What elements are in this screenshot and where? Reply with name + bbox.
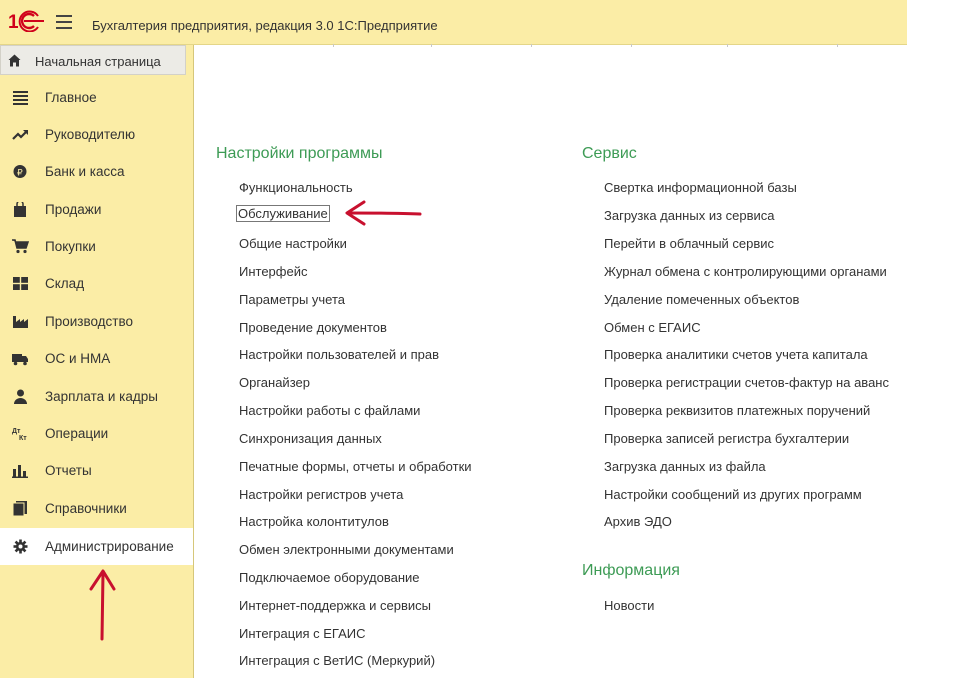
- open-tab[interactable]: [631, 44, 728, 47]
- 1c-logo[interactable]: 1: [8, 10, 48, 32]
- section-label: Операции: [45, 426, 109, 441]
- warehouse-icon: [13, 277, 28, 290]
- section-label: Отчеты: [45, 463, 92, 478]
- link-load-from-service[interactable]: Загрузка данных из сервиса: [604, 208, 775, 223]
- link-headers-footers[interactable]: Настройка колонтитулов: [239, 514, 389, 529]
- link-messages-settings[interactable]: Настройки сообщений из других программ: [604, 487, 862, 502]
- link-interface[interactable]: Интерфейс: [239, 264, 307, 279]
- link-organizer[interactable]: Органайзер: [239, 375, 310, 390]
- person-icon: [14, 389, 27, 404]
- section-reports[interactable]: Отчеты: [0, 452, 193, 489]
- link-general-settings[interactable]: Общие настройки: [239, 236, 347, 251]
- app-title: Бухгалтерия предприятия, редакция 3.0 1С…: [92, 18, 438, 33]
- factory-icon: [13, 316, 28, 328]
- truck-icon: [12, 354, 28, 366]
- sections-panel: Начальная страница Главное Руководителю …: [0, 45, 194, 678]
- section-sales[interactable]: Продажи: [0, 191, 193, 228]
- section-salary[interactable]: Зарплата и кадры: [0, 378, 193, 415]
- bar-chart-icon: [12, 465, 28, 478]
- shopping-bag-icon: [14, 202, 26, 217]
- link-users-rights[interactable]: Настройки пользователей и прав: [239, 347, 439, 362]
- title-bar: 1 Бухгалтерия предприятия, редакция 3.0 …: [0, 0, 907, 45]
- section-main[interactable]: Главное: [0, 79, 193, 116]
- group-title-info: Информация: [582, 562, 680, 579]
- open-tab[interactable]: [431, 44, 532, 47]
- link-accounting-parameters[interactable]: Параметры учета: [239, 292, 345, 307]
- link-exchange-log[interactable]: Журнал обмена с контролирующими органами: [604, 264, 887, 279]
- link-delete-marked[interactable]: Удаление помеченных объектов: [604, 292, 799, 307]
- svg-text:₽: ₽: [17, 169, 23, 179]
- home-page-tab[interactable]: Начальная страница: [0, 45, 186, 75]
- section-label: ОС и НМА: [45, 351, 111, 366]
- open-tab[interactable]: [727, 44, 838, 47]
- link-equipment[interactable]: Подключаемое оборудование: [239, 570, 420, 585]
- ruble-coin-icon: ₽: [13, 165, 27, 179]
- annotation-arrow-left-icon: [345, 200, 422, 226]
- debit-credit-icon: Дт Кт: [12, 428, 27, 441]
- svg-text:1: 1: [8, 12, 19, 32]
- section-label: Банк и касса: [45, 164, 125, 179]
- link-egais-integration[interactable]: Интеграция с ЕГАИС: [239, 626, 365, 641]
- section-purchases[interactable]: Покупки: [0, 228, 193, 265]
- home-page-label: Начальная страница: [35, 54, 161, 69]
- link-collapse-db[interactable]: Свертка информационной базы: [604, 180, 797, 195]
- link-ledger-records-check[interactable]: Проверка записей регистра бухгалтерии: [604, 431, 849, 446]
- section-operations[interactable]: Дт Кт Операции: [0, 415, 193, 452]
- link-registers-settings[interactable]: Настройки регистров учета: [239, 487, 403, 502]
- link-files-settings[interactable]: Настройки работы с файлами: [239, 403, 420, 418]
- section-manager[interactable]: Руководителю: [0, 116, 193, 153]
- section-label: Администрирование: [45, 539, 174, 554]
- section-production[interactable]: Производство: [0, 303, 193, 340]
- link-edo-archive[interactable]: Архив ЭДО: [604, 514, 672, 529]
- section-fixed-assets[interactable]: ОС и НМА: [0, 340, 193, 377]
- main-menu-icon[interactable]: [56, 15, 72, 29]
- section-label: Руководителю: [45, 127, 136, 142]
- home-icon: [8, 54, 21, 67]
- link-advance-invoices-check[interactable]: Проверка регистрации счетов-фактур на ав…: [604, 375, 889, 390]
- link-capital-analytics-check[interactable]: Проверка аналитики счетов учета капитала: [604, 347, 868, 362]
- open-tab[interactable]: [531, 44, 632, 47]
- svg-text:Дт: Дт: [12, 428, 21, 435]
- link-internet-support[interactable]: Интернет-поддержка и сервисы: [239, 598, 431, 613]
- section-administration[interactable]: Администрирование: [0, 528, 193, 565]
- book-icon: [12, 501, 27, 516]
- section-directories[interactable]: Справочники: [0, 490, 193, 527]
- administration-panel: Настройки программы Функциональность Обс…: [194, 48, 907, 678]
- open-tab[interactable]: [333, 44, 432, 47]
- trend-up-icon: [12, 130, 28, 140]
- group-title-settings: Настройки программы: [216, 145, 383, 162]
- section-label: Зарплата и кадры: [45, 389, 158, 404]
- open-tab[interactable]: [193, 44, 334, 47]
- link-load-from-file[interactable]: Загрузка данных из файла: [604, 459, 766, 474]
- gear-icon: [13, 539, 28, 554]
- link-print-forms[interactable]: Печатные формы, отчеты и обработки: [239, 459, 472, 474]
- link-edi[interactable]: Обмен электронными документами: [239, 542, 454, 557]
- link-functionality[interactable]: Функциональность: [239, 180, 353, 195]
- cart-icon: [12, 239, 29, 254]
- svg-text:Кт: Кт: [19, 435, 27, 441]
- section-warehouse[interactable]: Склад: [0, 265, 193, 302]
- annotation-arrow-up-icon: [89, 569, 116, 641]
- section-label: Продажи: [45, 202, 102, 217]
- link-payment-orders-check[interactable]: Проверка реквизитов платежных поручений: [604, 403, 870, 418]
- link-data-sync[interactable]: Синхронизация данных: [239, 431, 382, 446]
- link-maintenance[interactable]: Обслуживание: [236, 205, 330, 222]
- menu-lines-icon: [13, 91, 28, 105]
- section-label: Покупки: [45, 239, 96, 254]
- link-cloud-service[interactable]: Перейти в облачный сервис: [604, 236, 774, 251]
- group-title-service: Сервис: [582, 145, 637, 162]
- section-label: Главное: [45, 90, 97, 105]
- link-news[interactable]: Новости: [604, 598, 654, 613]
- link-vetis-integration[interactable]: Интеграция с ВетИС (Меркурий): [239, 653, 435, 668]
- section-label: Справочники: [45, 501, 127, 516]
- section-label: Склад: [45, 276, 85, 291]
- section-label: Производство: [45, 314, 134, 329]
- section-bank[interactable]: ₽ Банк и касса: [0, 153, 193, 190]
- link-document-posting[interactable]: Проведение документов: [239, 320, 387, 335]
- link-egais-exchange[interactable]: Обмен с ЕГАИС: [604, 320, 701, 335]
